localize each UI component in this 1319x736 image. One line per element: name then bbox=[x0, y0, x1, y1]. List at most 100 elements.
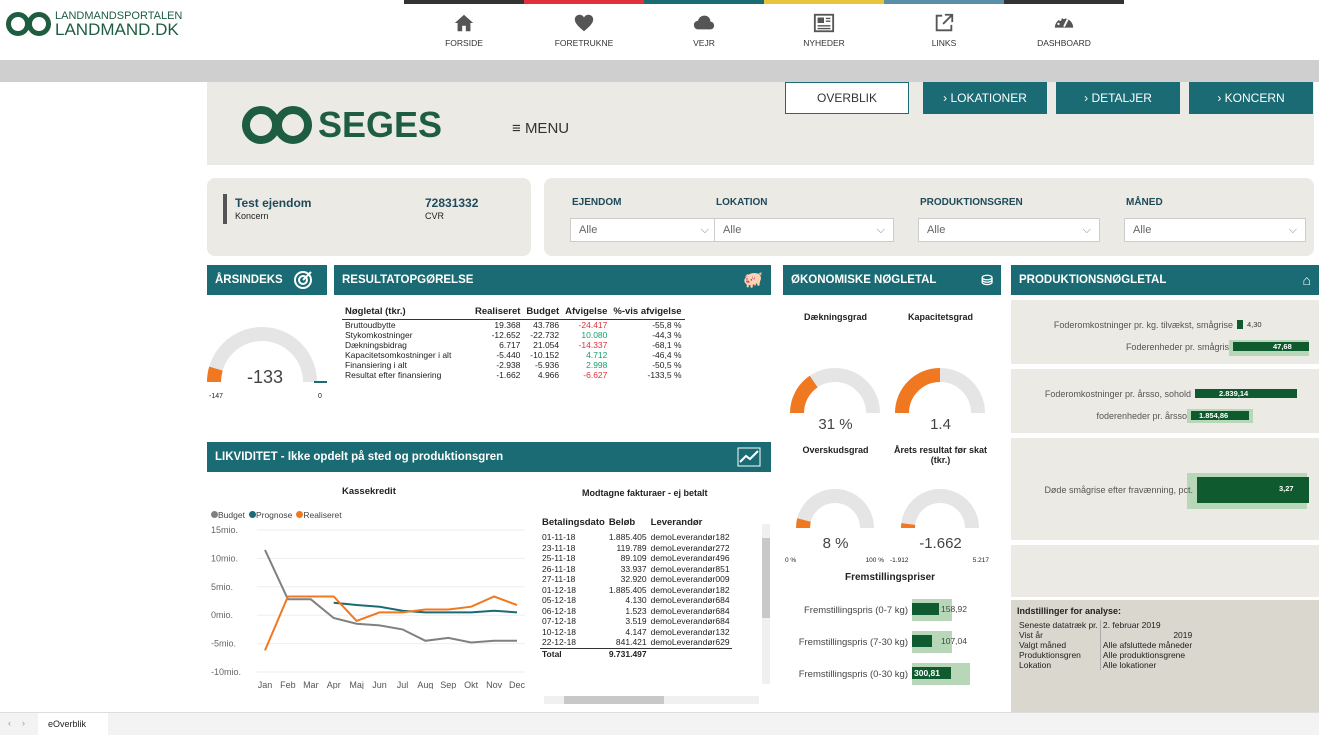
faktura-col-header[interactable]: Beløb bbox=[607, 514, 649, 532]
sheet-tabbar: ‹ › eOverblik bbox=[0, 712, 1319, 735]
gauge-label: Kapacitetsgrad bbox=[888, 312, 993, 322]
table-cell: 27-11-18 bbox=[540, 574, 607, 585]
nav-label: LINKS bbox=[884, 38, 1004, 48]
table-cell: 1.885.405 bbox=[607, 532, 649, 543]
fakturaer-title: Modtagne fakturaer - ej betalt bbox=[582, 488, 708, 498]
filter-select-ejendom[interactable]: Alle⌵ bbox=[570, 218, 718, 242]
filter-label-produktionsgren: PRODUKTIONSGREN bbox=[920, 197, 1023, 208]
table-cell: -14.337 bbox=[562, 340, 610, 350]
gauge-value: 1.4 bbox=[888, 416, 993, 433]
indstilling-row: LokationAlle lokationer bbox=[1017, 660, 1194, 670]
table-cell: -44,3 % bbox=[610, 330, 684, 340]
y-tick-label: -5mio. bbox=[211, 639, 236, 649]
legend-item[interactable]: Realiseret bbox=[296, 510, 341, 520]
chevron-down-icon: ⌵ bbox=[1289, 219, 1297, 241]
table-row: Finansiering i alt-2.938-5.9362.998-50,5… bbox=[342, 360, 685, 370]
aarsindeks-title: ÅRSINDEKS bbox=[215, 274, 283, 286]
faktura-col-header[interactable]: Leverandør bbox=[649, 514, 732, 532]
filter-select-produktionsgren[interactable]: Alle ⌵ bbox=[918, 218, 1100, 242]
table-cell: 07-12-18 bbox=[540, 616, 607, 627]
tab-detaljer[interactable]: › DETALJER bbox=[1056, 82, 1180, 114]
legend-dot bbox=[296, 511, 303, 518]
prod-panel: PRODUKTIONSNØGLETAL ⌂ Foderomkostninger … bbox=[1011, 265, 1319, 715]
y-tick-label: 0mio. bbox=[211, 610, 233, 620]
filter-label-lokation: LOKATION bbox=[716, 197, 767, 208]
prod-value: 4,30 bbox=[1247, 320, 1262, 329]
aarsindeks-header: ÅRSINDEKS bbox=[207, 265, 327, 295]
filter-select-lokation[interactable]: Alle⌵ bbox=[714, 218, 894, 242]
table-cell: demoLeverandør851 bbox=[649, 564, 732, 575]
resultat-col-header[interactable]: %-vis afvigelse bbox=[610, 305, 684, 320]
table-row: 07-12-183.519demoLeverandør684 bbox=[540, 616, 732, 627]
next-arrow-icon[interactable]: › bbox=[22, 718, 25, 728]
table-cell: 33.937 bbox=[607, 564, 649, 575]
chevron-down-icon: ⌵ bbox=[701, 219, 709, 241]
indstilling-cell: Vist år bbox=[1017, 630, 1100, 640]
nav-label: DASHBOARD bbox=[1004, 38, 1124, 48]
prod-value: 47,68 bbox=[1273, 342, 1292, 351]
nav-item-forside[interactable]: FORSIDE bbox=[404, 0, 524, 58]
faktura-col-header[interactable]: Betalingsdato bbox=[540, 514, 607, 532]
filter-value: Alle bbox=[927, 224, 945, 236]
filter-label-ejendom: EJENDOM bbox=[572, 197, 621, 208]
heart-icon bbox=[573, 12, 595, 34]
table-row: 22-12-18841.421demoLeverandør629 bbox=[540, 637, 732, 648]
nav-item-foretrukne[interactable]: FORETRUKNE bbox=[524, 0, 644, 58]
table-cell: 10.080 bbox=[562, 330, 610, 340]
nav-item-vejr[interactable]: VEJR bbox=[644, 0, 764, 58]
gauge-track bbox=[803, 496, 867, 528]
y-tick-label: 15mio. bbox=[211, 525, 238, 535]
nav-color-strip bbox=[764, 0, 884, 4]
kassekredit-chart: 15mio.10mio.5mio.0mio.-5mio.-10mio.JanFe… bbox=[207, 524, 527, 689]
y-tick-label: 5mio. bbox=[211, 582, 233, 592]
legend-item[interactable]: Budget bbox=[211, 510, 245, 520]
newspaper-icon bbox=[813, 12, 835, 34]
oko-title: ØKONOMISKE NØGLETAL bbox=[791, 274, 936, 286]
fremstilling-bar bbox=[912, 603, 939, 615]
table-cell: Kapacitetsomkostninger i alt bbox=[342, 350, 472, 360]
table-row: 01-11-181.885.405demoLeverandør182 bbox=[540, 532, 732, 543]
sheet-tab-eoverblik[interactable]: eOverblik bbox=[38, 713, 108, 736]
table-cell: -5.440 bbox=[472, 350, 523, 360]
hscrollbar-thumb[interactable] bbox=[564, 696, 664, 704]
resultat-col-header[interactable]: Budget bbox=[523, 305, 562, 320]
table-cell: 1.885.405 bbox=[607, 585, 649, 596]
nav-item-dashboard[interactable]: DASHBOARD bbox=[1004, 0, 1124, 58]
gauge-value: -1.662 bbox=[888, 535, 993, 552]
filter-value: Alle bbox=[1133, 224, 1151, 236]
tab-overblik[interactable]: OVERBLIK bbox=[785, 82, 909, 114]
gauge-value: 8 % bbox=[783, 535, 888, 552]
table-cell: demoLeverandør684 bbox=[649, 606, 732, 617]
chevron-down-icon: ⌵ bbox=[1083, 219, 1091, 241]
cvr-number: 72831332 bbox=[425, 196, 478, 210]
menu-button[interactable]: ≡ MENU bbox=[512, 120, 569, 137]
fremstilling-value: 107,04 bbox=[941, 636, 967, 646]
nav-item-links[interactable]: LINKS bbox=[884, 0, 1004, 58]
table-cell: demoLeverandør629 bbox=[649, 637, 732, 648]
portal-logo[interactable]: LANDMANDSPORTALEN LANDMAND.DK bbox=[6, 10, 182, 38]
tab-koncern[interactable]: › KONCERN bbox=[1189, 82, 1313, 114]
legend-item[interactable]: Prognose bbox=[249, 510, 292, 520]
table-cell: -6.627 bbox=[562, 370, 610, 380]
property-card: Test ejendom Koncern 72831332 CVR bbox=[207, 178, 531, 256]
prev-arrow-icon[interactable]: ‹ bbox=[8, 718, 11, 728]
x-tick-label: Nov bbox=[486, 680, 503, 689]
scrollbar-thumb[interactable] bbox=[762, 538, 770, 618]
table-scrollbar[interactable] bbox=[762, 524, 770, 684]
table-cell: -133,5 % bbox=[610, 370, 684, 380]
indstilling-cell: Valgt måned bbox=[1017, 640, 1100, 650]
x-tick-label: Apr bbox=[327, 680, 341, 689]
tab-lokationer[interactable]: › LOKATIONER bbox=[923, 82, 1047, 114]
table-cell: 43.786 bbox=[523, 320, 562, 331]
filter-select-måned[interactable]: Alle ⌵ bbox=[1124, 218, 1306, 242]
more-options-icon[interactable]: ⋯ bbox=[759, 287, 767, 296]
x-tick-label: Feb bbox=[280, 680, 296, 689]
resultat-col-header[interactable]: Afvigelse bbox=[562, 305, 610, 320]
nav-item-nyheder[interactable]: NYHEDER bbox=[764, 0, 884, 58]
resultat-col-header[interactable]: Realiseret bbox=[472, 305, 523, 320]
external-link-icon bbox=[933, 12, 955, 34]
portal-name-line2: LANDMAND.DK bbox=[55, 22, 182, 38]
resultat-col-header[interactable]: Nøgletal (tkr.) bbox=[342, 305, 472, 320]
fakturaer-table: BetalingsdatoBeløbLeverandør 01-11-181.8… bbox=[540, 514, 732, 659]
table-hscrollbar[interactable] bbox=[544, 696, 759, 704]
